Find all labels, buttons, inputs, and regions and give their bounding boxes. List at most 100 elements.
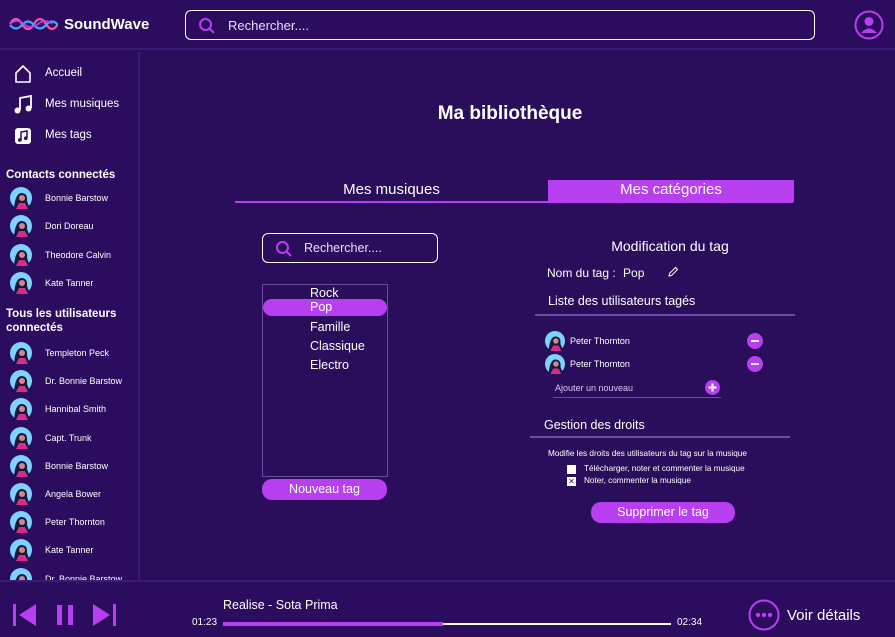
tag-label: Pop bbox=[310, 300, 333, 314]
avatar bbox=[10, 454, 32, 477]
connected-contact-item[interactable]: Theodore Calvin bbox=[10, 243, 138, 266]
avatar bbox=[10, 215, 32, 238]
checkbox-label: Télécharger, noter et commenter la musiq… bbox=[584, 464, 745, 473]
sidebar: Accueil Mes musiques Mes tags Contacts c… bbox=[0, 52, 140, 580]
avatar bbox=[10, 567, 32, 580]
connected-user-item[interactable]: Kate Tanner bbox=[10, 539, 138, 562]
checkbox-checked[interactable]: ✕ bbox=[567, 477, 576, 486]
sidebar-item-label: Mes musiques bbox=[45, 98, 120, 110]
avatar bbox=[10, 511, 32, 534]
all-users-title: Tous les utilisateurs connectés bbox=[6, 308, 117, 334]
view-details-button[interactable]: Voir détails bbox=[748, 599, 883, 631]
search-icon bbox=[276, 241, 292, 257]
global-search-input[interactable]: Rechercher.... bbox=[185, 10, 815, 40]
profile-icon[interactable] bbox=[854, 10, 884, 40]
connected-user-item[interactable]: Dr. Bonnie Barstow bbox=[10, 370, 138, 393]
connected-contact-item[interactable]: Bonnie Barstow bbox=[10, 187, 138, 209]
tabs-underline bbox=[235, 201, 793, 203]
sidebar-item-my-music[interactable]: Mes musiques bbox=[12, 93, 137, 117]
add-user-input[interactable]: Ajouter un nouveau bbox=[553, 380, 721, 398]
avatar bbox=[10, 187, 32, 209]
connected-contact-item[interactable]: Kate Tanner bbox=[10, 271, 138, 294]
rights-title: Gestion des droits bbox=[544, 418, 645, 432]
home-icon bbox=[15, 65, 31, 83]
remove-user-icon[interactable] bbox=[747, 333, 763, 349]
tag-item-pop[interactable]: Pop bbox=[263, 299, 387, 316]
sidebar-item-my-tags[interactable]: Mes tags bbox=[12, 124, 137, 148]
tag-label: Classique bbox=[310, 339, 365, 353]
sidebar-item-label: Mes tags bbox=[45, 129, 92, 141]
tag-list: Rock Pop Famille Classique Electro bbox=[262, 284, 388, 477]
track-title: Realise - Sota Prima bbox=[223, 598, 338, 612]
previous-track-icon[interactable] bbox=[12, 602, 38, 628]
user-name: Bonnie Barstow bbox=[45, 193, 109, 203]
avatar bbox=[10, 243, 32, 266]
search-placeholder: Rechercher.... bbox=[304, 241, 382, 255]
connected-user-item[interactable]: Peter Thornton bbox=[10, 511, 138, 534]
tag-label: Rock bbox=[310, 286, 339, 300]
remove-user-icon[interactable] bbox=[747, 356, 763, 372]
user-name: Theodore Calvin bbox=[45, 249, 112, 260]
avatar bbox=[10, 539, 32, 562]
tab-my-music[interactable]: Mes musiques bbox=[235, 180, 548, 202]
avatar bbox=[545, 331, 565, 351]
connected-user-item[interactable]: Angela Bower bbox=[10, 483, 138, 505]
add-user-placeholder: Ajouter un nouveau bbox=[555, 383, 634, 393]
connected-user-item[interactable]: Hannibal Smith bbox=[10, 398, 138, 421]
search-icon bbox=[199, 18, 215, 34]
music-note-icon bbox=[14, 94, 32, 114]
pencil-icon[interactable] bbox=[667, 266, 679, 278]
tag-name-row: Nom du tag : Pop bbox=[547, 266, 644, 280]
connected-user-item[interactable]: Capt. Trunk bbox=[10, 426, 138, 449]
sidebar-item-label: Accueil bbox=[45, 67, 83, 79]
checkbox-label: Noter, commenter la musique bbox=[584, 476, 691, 485]
user-name: Capt. Trunk bbox=[45, 432, 92, 443]
user-name: Hannibal Smith bbox=[45, 404, 107, 415]
player-bar: Realise - Sota Prima 01:23 02:34 Voir dé… bbox=[0, 580, 895, 637]
progress-fill bbox=[223, 622, 443, 626]
user-name: Peter Thornton bbox=[45, 517, 105, 528]
view-details-label: Voir détails bbox=[787, 607, 861, 624]
edit-tag-title: Modification du tag bbox=[611, 238, 729, 254]
avatar bbox=[10, 426, 32, 449]
connected-user-item[interactable]: Bonnie Barstow bbox=[10, 454, 138, 477]
user-name: Bonnie Barstow bbox=[45, 460, 109, 471]
checkbox[interactable] bbox=[567, 465, 576, 474]
tagged-user-row: Peter Thornton bbox=[545, 331, 767, 351]
tab-my-categories[interactable]: Mes catégories bbox=[548, 180, 794, 202]
new-tag-button[interactable]: Nouveau tag bbox=[262, 479, 387, 500]
user-name: Kate Tanner bbox=[45, 277, 94, 288]
connected-contact-item[interactable]: Dori Doreau bbox=[10, 215, 138, 238]
sidebar-item-home[interactable]: Accueil bbox=[12, 62, 137, 86]
progress-bar[interactable] bbox=[223, 622, 671, 626]
avatar bbox=[10, 342, 32, 364]
avatar bbox=[10, 398, 32, 421]
more-icon bbox=[748, 599, 780, 631]
add-user-icon[interactable] bbox=[705, 380, 720, 395]
next-track-icon[interactable] bbox=[91, 602, 117, 628]
tag-item-famille[interactable]: Famille bbox=[263, 319, 387, 336]
user-name: Kate Tanner bbox=[45, 545, 94, 556]
tagged-user-name: Peter Thornton bbox=[570, 359, 630, 369]
tag-music-icon bbox=[15, 128, 31, 144]
avatar bbox=[10, 370, 32, 393]
user-name: Dori Doreau bbox=[45, 221, 94, 232]
tagged-users-title: Liste des utilisateurs tagés bbox=[548, 294, 696, 308]
user-name: Angela Bower bbox=[45, 489, 102, 499]
tag-item-classique[interactable]: Classique bbox=[263, 338, 387, 355]
divider bbox=[530, 436, 790, 438]
avatar bbox=[10, 483, 32, 505]
tag-name-value: Pop bbox=[623, 266, 645, 280]
page-title: Ma bibliothèque bbox=[437, 103, 583, 124]
tag-name-label: Nom du tag : bbox=[547, 266, 616, 280]
connected-user-item[interactable]: Dr. Bonnie Barstow bbox=[10, 567, 138, 580]
avatar bbox=[10, 271, 32, 294]
rights-description: Modifie les droits des utilisateurs du t… bbox=[548, 449, 747, 458]
tag-search-input[interactable]: Rechercher.... bbox=[262, 233, 438, 263]
connected-user-item[interactable]: Templeton Peck bbox=[10, 342, 138, 364]
pause-icon[interactable] bbox=[52, 602, 78, 628]
tag-item-electro[interactable]: Electro bbox=[263, 357, 387, 374]
tag-label: Famille bbox=[310, 320, 351, 334]
delete-tag-button[interactable]: Supprimer le tag bbox=[591, 502, 735, 523]
connected-contacts-title: Contacts connectés bbox=[6, 169, 116, 181]
